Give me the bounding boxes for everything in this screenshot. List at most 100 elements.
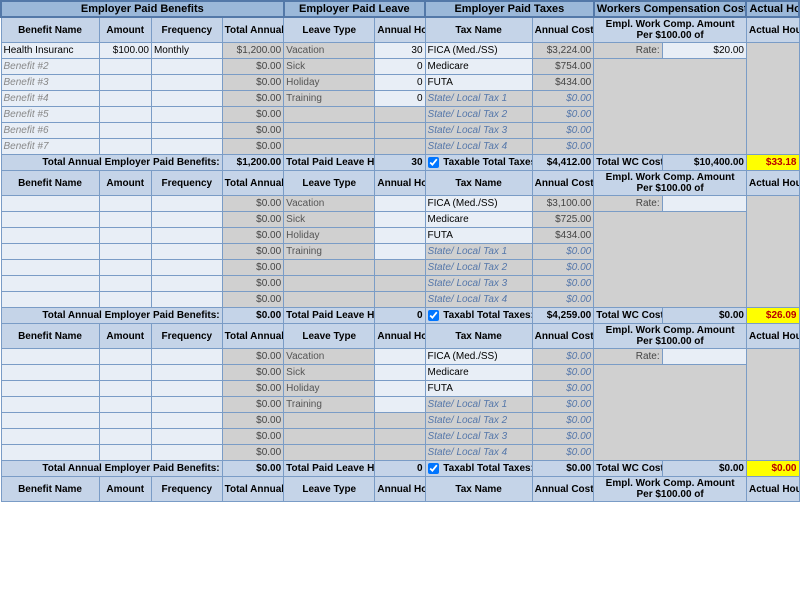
benefit-name-cell[interactable]: Benefit #7 — [1, 139, 99, 155]
tax-name-cell[interactable]: State/ Local Tax 1 — [425, 91, 532, 107]
benefit-freq-cell[interactable] — [151, 365, 222, 381]
leave-hours-cell[interactable] — [375, 228, 425, 244]
benefit-name-cell[interactable] — [1, 429, 99, 445]
tax-name-cell[interactable]: State/ Local Tax 2 — [425, 413, 532, 429]
tax-name-cell[interactable]: State/ Local Tax 4 — [425, 445, 532, 461]
tax-name-cell[interactable]: State/ Local Tax 1 — [425, 244, 532, 260]
taxable-checkbox[interactable] — [428, 310, 439, 321]
benefit-amount-cell[interactable] — [99, 244, 151, 260]
leave-hours-cell[interactable]: 0 — [375, 91, 425, 107]
benefit-freq-cell[interactable]: Monthly — [151, 43, 222, 59]
benefit-amount-cell[interactable] — [99, 75, 151, 91]
taxable-checkbox[interactable] — [428, 157, 439, 168]
tax-name-cell[interactable]: State/ Local Tax 3 — [425, 123, 532, 139]
benefit-name-cell[interactable]: Benefit #6 — [1, 123, 99, 139]
leave-hours-cell[interactable] — [375, 381, 425, 397]
benefit-freq-cell[interactable] — [151, 196, 222, 212]
benefit-amount-cell[interactable] — [99, 107, 151, 123]
tax-name-cell[interactable]: State/ Local Tax 2 — [425, 260, 532, 276]
benefit-freq-cell[interactable] — [151, 244, 222, 260]
benefit-amount-cell[interactable] — [99, 445, 151, 461]
benefit-freq-cell[interactable] — [151, 123, 222, 139]
tax-name-cell[interactable]: State/ Local Tax 4 — [425, 139, 532, 155]
benefit-name-cell[interactable] — [1, 397, 99, 413]
wc-rate-value[interactable]: $20.00 — [662, 43, 746, 59]
benefit-name-cell[interactable] — [1, 365, 99, 381]
leave-hours-cell[interactable] — [375, 349, 425, 365]
benefit-freq-cell[interactable] — [151, 445, 222, 461]
taxable-checkbox[interactable] — [428, 463, 439, 474]
benefit-amount-cell[interactable] — [99, 276, 151, 292]
benefit-freq-cell[interactable] — [151, 381, 222, 397]
benefit-name-cell[interactable]: Benefit #3 — [1, 75, 99, 91]
benefit-freq-cell[interactable] — [151, 91, 222, 107]
leave-hours-cell[interactable]: 0 — [375, 75, 425, 91]
tax-name-cell[interactable]: State/ Local Tax 3 — [425, 429, 532, 445]
benefit-amount-cell[interactable] — [99, 349, 151, 365]
hdr-annual-cost: Annual Cost — [532, 17, 594, 43]
benefit-name-cell[interactable] — [1, 260, 99, 276]
benefit-amount-cell[interactable] — [99, 212, 151, 228]
benefit-name-cell[interactable] — [1, 276, 99, 292]
benefit-freq-cell[interactable] — [151, 212, 222, 228]
benefit-amount-cell[interactable] — [99, 228, 151, 244]
wc-rate-value[interactable] — [662, 349, 746, 365]
benefit-name-cell[interactable]: Health Insuranc — [1, 43, 99, 59]
benefit-freq-cell[interactable] — [151, 75, 222, 91]
benefit-freq-cell[interactable] — [151, 413, 222, 429]
leave-hours-cell[interactable] — [375, 397, 425, 413]
benefit-freq-cell[interactable] — [151, 397, 222, 413]
benefit-freq-cell[interactable] — [151, 429, 222, 445]
leave-hours-cell[interactable] — [375, 244, 425, 260]
benefit-amount-cell[interactable] — [99, 196, 151, 212]
taxable-cell[interactable]: Taxabl Total Taxes: — [425, 308, 532, 324]
tax-name-cell[interactable]: State/ Local Tax 1 — [425, 397, 532, 413]
tax-name-cell[interactable]: State/ Local Tax 3 — [425, 276, 532, 292]
leave-hours-cell[interactable]: 30 — [375, 43, 425, 59]
benefit-amount-cell[interactable] — [99, 381, 151, 397]
benefit-name-cell[interactable] — [1, 381, 99, 397]
benefit-name-cell[interactable] — [1, 413, 99, 429]
tax-name-cell: Medicare — [425, 365, 532, 381]
benefit-amount-cell[interactable] — [99, 139, 151, 155]
benefit-freq-cell[interactable] — [151, 260, 222, 276]
leave-hours-cell[interactable] — [375, 365, 425, 381]
benefit-freq-cell[interactable] — [151, 349, 222, 365]
benefit-freq-cell[interactable] — [151, 139, 222, 155]
wc-rate-value[interactable] — [662, 196, 746, 212]
benefit-amount-cell[interactable] — [99, 91, 151, 107]
tax-name-cell[interactable]: State/ Local Tax 4 — [425, 292, 532, 308]
benefit-amount-cell[interactable] — [99, 260, 151, 276]
taxable-cell[interactable]: Taxabl Total Taxes: — [425, 461, 532, 477]
benefit-freq-cell[interactable] — [151, 228, 222, 244]
benefit-name-cell[interactable]: Benefit #4 — [1, 91, 99, 107]
leave-hours-cell[interactable] — [375, 196, 425, 212]
benefit-amount-cell[interactable] — [99, 365, 151, 381]
benefit-amount-cell[interactable] — [99, 292, 151, 308]
benefit-name-cell[interactable] — [1, 445, 99, 461]
benefit-amount-cell[interactable] — [99, 397, 151, 413]
benefit-name-cell[interactable] — [1, 196, 99, 212]
taxable-cell[interactable]: Taxable Total Taxes: — [425, 155, 532, 171]
benefit-name-cell[interactable] — [1, 292, 99, 308]
benefit-freq-cell[interactable] — [151, 59, 222, 75]
benefit-amount-cell[interactable] — [99, 123, 151, 139]
benefit-name-cell[interactable] — [1, 244, 99, 260]
benefit-freq-cell[interactable] — [151, 276, 222, 292]
leave-hours-cell[interactable]: 0 — [375, 59, 425, 75]
benefit-name-cell[interactable] — [1, 228, 99, 244]
benefit-amount-cell[interactable] — [99, 59, 151, 75]
benefit-name-cell[interactable] — [1, 349, 99, 365]
benefit-name-cell[interactable] — [1, 212, 99, 228]
tax-name-cell[interactable]: State/ Local Tax 2 — [425, 107, 532, 123]
benefit-name-cell[interactable]: Benefit #2 — [1, 59, 99, 75]
tax-name-cell: Medicare — [425, 59, 532, 75]
benefit-total-cell: $0.00 — [222, 107, 284, 123]
benefit-name-cell[interactable]: Benefit #5 — [1, 107, 99, 123]
leave-hours-cell[interactable] — [375, 212, 425, 228]
benefit-amount-cell[interactable]: $100.00 — [99, 43, 151, 59]
benefit-freq-cell[interactable] — [151, 107, 222, 123]
benefit-amount-cell[interactable] — [99, 413, 151, 429]
benefit-amount-cell[interactable] — [99, 429, 151, 445]
benefit-freq-cell[interactable] — [151, 292, 222, 308]
